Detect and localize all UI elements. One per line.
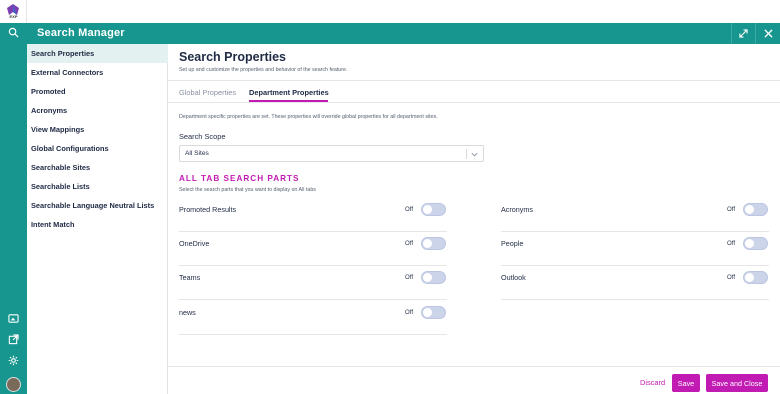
header-bar: Search Manager — [27, 23, 780, 44]
toggle-knob — [745, 273, 754, 282]
part-row-news: news Off — [179, 303, 447, 337]
sidebar-item-search-properties[interactable]: Search Properties — [27, 44, 168, 63]
toggle-knob — [423, 308, 432, 317]
app-title: Search Manager — [37, 27, 125, 39]
footer-divider — [168, 366, 780, 367]
search-scope-label: Search Scope — [179, 132, 226, 141]
rail-media-button[interactable] — [0, 308, 27, 328]
part-label: OneDrive — [179, 239, 210, 248]
tabs-divider — [168, 102, 780, 103]
toggle-state: Off — [405, 240, 414, 247]
row-divider — [501, 265, 769, 266]
toggle-state: Off — [405, 206, 414, 213]
close-button[interactable] — [755, 23, 780, 44]
select-divider — [466, 149, 467, 159]
save-and-close-button[interactable]: Save and Close — [706, 374, 768, 392]
sidebar-item-searchable-language-neutral-lists[interactable]: Searchable Language Neutral Lists — [27, 196, 168, 215]
toggle-state: Off — [727, 206, 736, 213]
onedrive-toggle[interactable] — [421, 237, 446, 250]
toggle-knob — [423, 239, 432, 248]
header-divider — [168, 80, 780, 81]
sidebar: Search Properties External Connectors Pr… — [27, 44, 168, 394]
part-row-people: People Off — [501, 234, 769, 268]
part-row-promoted-results: Promoted Results Off — [179, 200, 447, 234]
people-toggle[interactable] — [743, 237, 768, 250]
department-note: Department specific properties are set. … — [179, 114, 438, 120]
toggle-state: Off — [727, 240, 736, 247]
sidebar-item-searchable-lists[interactable]: Searchable Lists — [27, 177, 168, 196]
acronyms-toggle[interactable] — [743, 203, 768, 216]
row-divider — [501, 299, 769, 300]
part-label: Outlook — [501, 273, 526, 282]
discard-button[interactable]: Discard — [640, 378, 665, 387]
search-scope-value: All Sites — [185, 150, 209, 157]
external-link-icon — [8, 333, 19, 344]
tab-global-properties[interactable]: Global Properties — [179, 88, 236, 97]
part-label: People — [501, 239, 524, 248]
sidebar-item-intent-match[interactable]: Intent Match — [27, 215, 168, 234]
part-row-acronyms: Acronyms Off — [501, 200, 769, 234]
sidebar-item-promoted[interactable]: Promoted — [27, 82, 168, 101]
promoted-results-toggle[interactable] — [421, 203, 446, 216]
rail-search-button[interactable] — [0, 23, 27, 42]
sidebar-item-searchable-sites[interactable]: Searchable Sites — [27, 158, 168, 177]
rail-external-button[interactable] — [0, 329, 27, 349]
rail-settings-button[interactable] — [0, 350, 27, 370]
part-row-onedrive: OneDrive Off — [179, 234, 447, 268]
section-heading: ALL TAB SEARCH PARTS — [179, 174, 300, 183]
sidebar-item-global-configurations[interactable]: Global Configurations — [27, 139, 168, 158]
part-label: Acronyms — [501, 205, 533, 214]
part-label: news — [179, 308, 196, 317]
search-scope-select[interactable]: All Sites — [179, 145, 484, 162]
sidebar-item-acronyms[interactable]: Acronyms — [27, 101, 168, 120]
toggle-state: Off — [727, 274, 736, 281]
app-rail: EXP — [0, 0, 27, 394]
tab-department-properties[interactable]: Department Properties — [249, 88, 329, 97]
chevron-down-icon — [471, 152, 478, 157]
news-toggle[interactable] — [421, 306, 446, 319]
page-subtitle: Set up and customize the properties and … — [179, 67, 348, 73]
sidebar-item-view-mappings[interactable]: View Mappings — [27, 120, 168, 139]
expand-icon — [739, 29, 748, 38]
save-button[interactable]: Save — [672, 374, 700, 392]
row-divider — [179, 334, 447, 335]
part-label: Promoted Results — [179, 205, 237, 214]
toggle-state: Off — [405, 274, 414, 281]
settings-icon — [8, 355, 19, 365]
toggle-knob — [423, 205, 432, 214]
teams-toggle[interactable] — [421, 271, 446, 284]
part-row-teams: Teams Off — [179, 268, 447, 302]
row-divider — [179, 265, 447, 266]
media-icon — [8, 313, 19, 323]
toggle-knob — [423, 273, 432, 282]
part-row-outlook: Outlook Off — [501, 268, 769, 302]
section-subtitle: Select the search parts that you want to… — [179, 187, 316, 193]
user-avatar[interactable] — [6, 377, 21, 392]
toggle-state: Off — [405, 309, 414, 316]
page-title: Search Properties — [179, 50, 286, 64]
part-label: Teams — [179, 273, 201, 282]
search-icon — [8, 27, 19, 38]
close-icon — [763, 29, 773, 38]
toggle-knob — [745, 239, 754, 248]
row-divider — [179, 231, 447, 232]
row-divider — [501, 231, 769, 232]
toggle-knob — [745, 205, 754, 214]
logo-text: EXP — [9, 14, 18, 19]
expand-button[interactable] — [731, 23, 755, 44]
outlook-toggle[interactable] — [743, 271, 768, 284]
main-panel: Search Properties Set up and customize t… — [168, 44, 780, 394]
row-divider — [179, 299, 447, 300]
sidebar-item-external-connectors[interactable]: External Connectors — [27, 63, 168, 82]
